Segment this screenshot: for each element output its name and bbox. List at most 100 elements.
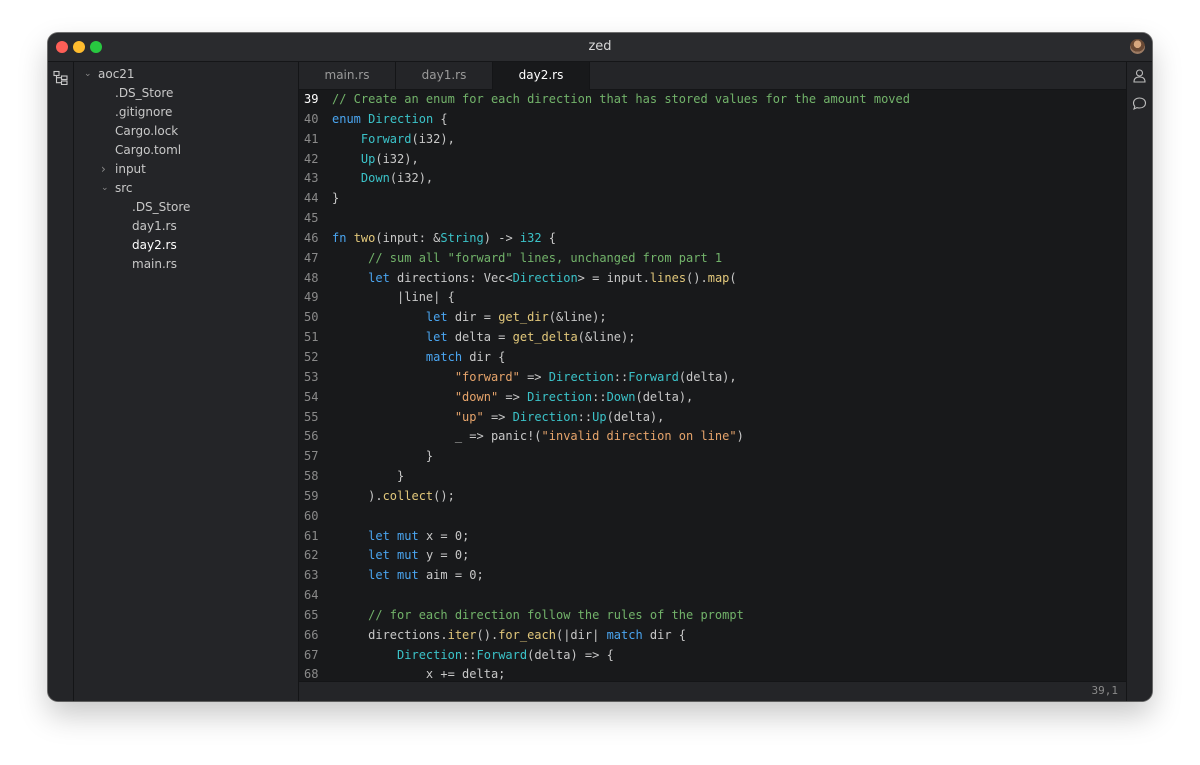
- code-token: x = 0;: [418, 528, 470, 543]
- tab-day2-rs[interactable]: day2.rs: [493, 62, 590, 90]
- line-number: 55: [304, 409, 319, 424]
- tree-item-label: day1.rs: [132, 219, 177, 233]
- code-text: let delta = get_delta(&line);: [326, 328, 636, 348]
- code-line[interactable]: 41 Forward(i32),: [299, 130, 1126, 150]
- project-tree-icon[interactable]: [53, 70, 68, 89]
- line-number: 64: [304, 588, 319, 603]
- code-token: dir =: [447, 310, 499, 325]
- code-line[interactable]: 68 x += delta;: [299, 665, 1126, 682]
- tree-folder[interactable]: ⌄ src: [101, 179, 133, 198]
- code-token: =>: [483, 409, 513, 424]
- user-icon[interactable]: [1132, 68, 1147, 87]
- tree-file[interactable]: day2.rs: [132, 236, 177, 255]
- code-line[interactable]: 48 let directions: Vec<Direction> = inpu…: [299, 269, 1126, 289]
- code-token: Forward: [476, 647, 528, 662]
- chevron-right-icon[interactable]: ›: [101, 160, 106, 179]
- tree-file[interactable]: .gitignore: [115, 103, 172, 122]
- tree-item-label: .gitignore: [115, 105, 173, 119]
- code-token: _ => panic!(: [332, 429, 542, 444]
- window-title: zed: [588, 39, 612, 54]
- line-number: 48: [304, 270, 319, 285]
- code-token: // sum all "forward" lines, unchanged fr…: [368, 250, 723, 265]
- code-token: let: [425, 330, 448, 345]
- code-line[interactable]: 52 match dir {: [299, 348, 1126, 368]
- code-line[interactable]: 53 "forward" => Direction::Forward(delta…: [299, 368, 1126, 388]
- code-text: "forward" => Direction::Forward(delta),: [326, 368, 737, 388]
- status-bar: 39,1: [299, 681, 1126, 701]
- code-text: let mut x = 0;: [326, 527, 469, 547]
- line-number: 57: [304, 449, 319, 464]
- code-line[interactable]: 50 let dir = get_dir(&line);: [299, 308, 1126, 328]
- tree-file[interactable]: Cargo.toml: [115, 141, 181, 160]
- code-token: (&line);: [548, 310, 607, 325]
- code-token: }: [332, 469, 405, 484]
- chat-bubble-icon[interactable]: [1132, 96, 1147, 115]
- code-line[interactable]: 46 fn two(input: &String) -> i32 {: [299, 229, 1126, 249]
- tree-file[interactable]: day1.rs: [132, 217, 177, 236]
- line-number: 67: [304, 647, 319, 662]
- cursor-position[interactable]: 39,1: [1092, 684, 1119, 697]
- code-line[interactable]: 57 }: [299, 447, 1126, 467]
- code-line[interactable]: 49 |line| {: [299, 288, 1126, 308]
- tree-file[interactable]: main.rs: [132, 255, 177, 274]
- line-number: 43: [304, 171, 319, 186]
- line-number: 68: [304, 667, 319, 682]
- tab-main-rs[interactable]: main.rs: [299, 62, 396, 89]
- code-line[interactable]: 66 directions.iter().for_each(|dir| matc…: [299, 626, 1126, 646]
- avatar[interactable]: [1130, 39, 1145, 54]
- code-token: // for each direction follow the rules o…: [368, 607, 744, 622]
- chevron-down-icon[interactable]: ⌄: [84, 65, 92, 84]
- code-line[interactable]: 42 Up(i32),: [299, 150, 1126, 170]
- code-line[interactable]: 63 let mut aim = 0;: [299, 566, 1126, 586]
- code-editor[interactable]: 39 // Create an enum for each direction t…: [299, 90, 1126, 682]
- code-token: i32: [519, 230, 542, 245]
- code-line[interactable]: 44}: [299, 189, 1126, 209]
- line-number: 52: [304, 349, 319, 364]
- code-text: let directions: Vec<Direction> = input.l…: [326, 269, 737, 289]
- tree-file[interactable]: Cargo.lock: [115, 122, 178, 141]
- code-token: // Create an enum for each direction tha…: [332, 92, 910, 106]
- code-line[interactable]: 67 Direction::Forward(delta) => {: [299, 646, 1126, 666]
- tab-day1-rs[interactable]: day1.rs: [396, 62, 493, 89]
- code-line[interactable]: 58 }: [299, 467, 1126, 487]
- tree-file[interactable]: .DS_Store: [132, 198, 190, 217]
- code-token: Up: [360, 151, 376, 166]
- code-text: let mut y = 0;: [326, 546, 469, 566]
- code-text: directions.iter().for_each(|dir| match d…: [326, 626, 686, 646]
- code-line[interactable]: 45: [299, 209, 1126, 229]
- line-number: 62: [304, 548, 319, 563]
- code-line[interactable]: 65 // for each direction follow the rule…: [299, 606, 1126, 626]
- code-token: Direction: [512, 409, 578, 424]
- chevron-down-icon[interactable]: ⌄: [101, 179, 109, 198]
- tree-file[interactable]: .DS_Store: [115, 84, 173, 103]
- code-line[interactable]: 54 "down" => Direction::Down(delta),: [299, 388, 1126, 408]
- tree-folder[interactable]: ⌄ aoc21: [84, 65, 135, 84]
- line-number: 63: [304, 568, 319, 583]
- code-line[interactable]: 51 let delta = get_delta(&line);: [299, 328, 1126, 348]
- code-line[interactable]: 47 // sum all "forward" lines, unchanged…: [299, 249, 1126, 269]
- tree-folder[interactable]: › input: [101, 160, 146, 179]
- code-line[interactable]: 56 _ => panic!("invalid direction on lin…: [299, 427, 1126, 447]
- code-text: x += delta;: [326, 665, 505, 682]
- code-token: y = 0;: [418, 548, 470, 563]
- code-token: collect: [382, 488, 434, 503]
- code-line[interactable]: 59 ).collect();: [299, 487, 1126, 507]
- code-line[interactable]: 62 let mut y = 0;: [299, 546, 1126, 566]
- code-line[interactable]: 64: [299, 586, 1126, 606]
- code-token: x += delta;: [332, 667, 506, 682]
- code-line[interactable]: 40 enum Direction {: [299, 110, 1126, 130]
- code-token: (delta) => {: [527, 647, 614, 662]
- code-line[interactable]: 55 "up" => Direction::Up(delta),: [299, 408, 1126, 428]
- code-token: ::: [462, 647, 477, 662]
- code-line[interactable]: 43 Down(i32),: [299, 169, 1126, 189]
- code-token: iter: [447, 627, 477, 642]
- code-line[interactable]: 60: [299, 507, 1126, 527]
- code-line[interactable]: 61 let mut x = 0;: [299, 527, 1126, 547]
- code-token: ::: [592, 389, 607, 404]
- code-line[interactable]: 39 // Create an enum for each direction t…: [299, 90, 1126, 110]
